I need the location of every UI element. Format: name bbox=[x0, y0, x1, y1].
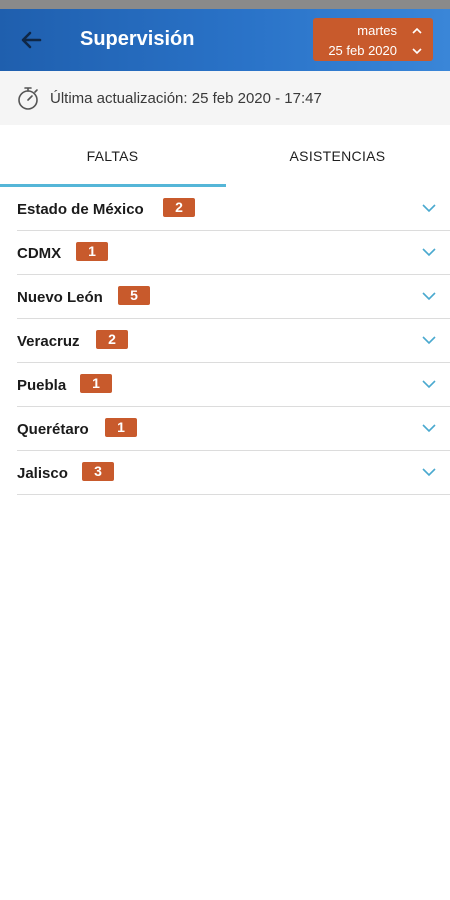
app-bar: Supervisión martes 25 feb 2020 bbox=[0, 9, 450, 71]
count-badge: 5 bbox=[118, 286, 150, 305]
chevron-down-icon[interactable] bbox=[422, 292, 436, 301]
last-update-text: Última actualización: 25 feb 2020 - 17:4… bbox=[50, 90, 322, 107]
arrow-left-icon[interactable] bbox=[16, 25, 46, 55]
date-picker[interactable]: martes 25 feb 2020 bbox=[313, 18, 433, 61]
state-name: Veracruz bbox=[17, 333, 80, 350]
chevron-down-icon[interactable] bbox=[422, 204, 436, 213]
chevron-up-icon[interactable] bbox=[411, 27, 423, 35]
page-title: Supervisión bbox=[80, 28, 195, 50]
list-item[interactable]: Veracruz 2 bbox=[17, 319, 450, 363]
count-badge: 2 bbox=[163, 198, 195, 217]
state-name: Jalisco bbox=[17, 465, 68, 482]
chevron-down-icon[interactable] bbox=[422, 336, 436, 345]
count-badge: 1 bbox=[80, 374, 112, 393]
states-list: Estado de México 2 CDMX 1 Nuevo León 5 V… bbox=[17, 187, 450, 495]
count-badge: 3 bbox=[82, 462, 114, 481]
state-name: Nuevo León bbox=[17, 289, 103, 306]
status-bar bbox=[0, 0, 450, 9]
chevron-down-icon[interactable] bbox=[422, 468, 436, 477]
stopwatch-icon bbox=[18, 87, 38, 110]
last-update-bar: Última actualización: 25 feb 2020 - 17:4… bbox=[0, 71, 450, 125]
chevron-down-icon[interactable] bbox=[422, 248, 436, 257]
date-full-label: 25 feb 2020 bbox=[328, 43, 397, 58]
list-item[interactable]: Jalisco 3 bbox=[17, 451, 450, 495]
list-item[interactable]: Querétaro 1 bbox=[17, 407, 450, 451]
list-item[interactable]: CDMX 1 bbox=[17, 231, 450, 275]
tab-bar: FALTAS ASISTENCIAS bbox=[0, 125, 450, 187]
tab-faltas[interactable]: FALTAS bbox=[0, 125, 225, 187]
list-item[interactable]: Estado de México 2 bbox=[17, 187, 450, 231]
list-item[interactable]: Nuevo León 5 bbox=[17, 275, 450, 319]
count-badge: 1 bbox=[76, 242, 108, 261]
chevron-down-icon[interactable] bbox=[422, 380, 436, 389]
count-badge: 2 bbox=[96, 330, 128, 349]
chevron-down-icon[interactable] bbox=[422, 424, 436, 433]
state-name: Puebla bbox=[17, 377, 67, 394]
state-name: CDMX bbox=[17, 245, 62, 262]
count-badge: 1 bbox=[105, 418, 137, 437]
date-day-label: martes bbox=[357, 23, 397, 38]
chevron-down-icon[interactable] bbox=[411, 47, 423, 55]
state-name: Estado de México bbox=[17, 201, 144, 218]
tab-asistencias[interactable]: ASISTENCIAS bbox=[225, 125, 450, 187]
list-item[interactable]: Puebla 1 bbox=[17, 363, 450, 407]
state-name: Querétaro bbox=[17, 421, 89, 438]
